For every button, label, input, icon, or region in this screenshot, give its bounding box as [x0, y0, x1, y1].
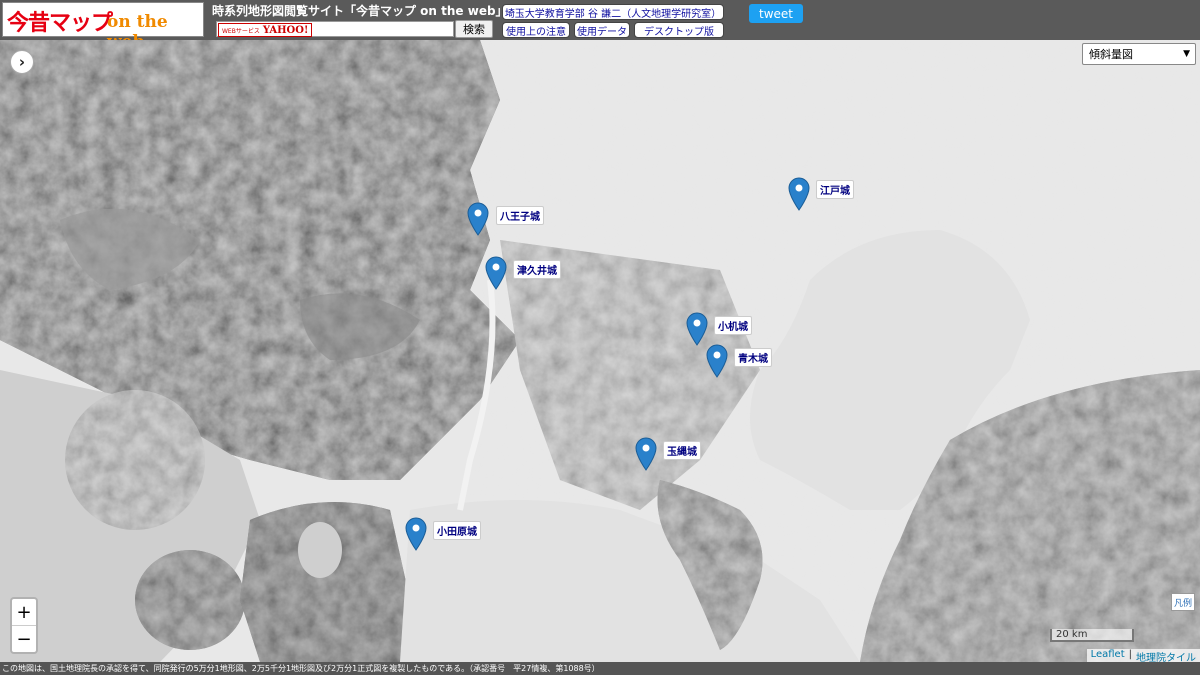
yahoo-webservice-badge: WEBサービス YAHOO! [218, 23, 313, 37]
chevron-right-icon: › [18, 53, 26, 71]
castle-marker-hachioji[interactable] [467, 202, 489, 236]
site-logo[interactable]: 今昔マップ on the web [2, 2, 204, 52]
castle-marker-edo[interactable] [788, 177, 810, 211]
legend-button[interactable]: 凡例 [1171, 593, 1195, 611]
castle-marker-tsukui[interactable] [485, 256, 507, 290]
copyright-footer: この地図は、国土地理院長の承認を得て、同院発行の5万分1地形図、2万5千分1地形… [0, 662, 1200, 675]
leaflet-link[interactable]: Leaflet [1091, 649, 1125, 662]
author-link[interactable]: 埼玉大学教育学部 谷 謙二（人文地理学研究室） [502, 4, 724, 20]
search-input[interactable]: WEBサービス YAHOO! [216, 21, 454, 37]
scale-bar: 20 km [1050, 629, 1134, 642]
map-layer-select-value: 傾斜量図 [1089, 48, 1133, 61]
zoom-out-button[interactable]: − [12, 626, 36, 652]
castle-marker-odawara[interactable] [405, 517, 427, 551]
castle-label: 江戸城 [816, 180, 854, 199]
attribution-separator: | [1128, 649, 1132, 660]
castle-marker-tamanawa[interactable] [635, 437, 657, 471]
castle-label: 小机城 [714, 316, 752, 335]
zoom-in-button[interactable]: + [12, 599, 36, 626]
castle-label: 津久井城 [513, 260, 561, 279]
copyright-text: この地図は、国土地理院長の承認を得て、同院発行の5万分1地形図、2万5千分1地形… [2, 664, 600, 673]
map-attribution: Leaflet | 地理院タイル [1086, 649, 1200, 662]
search-button[interactable]: 検索 [455, 20, 493, 38]
scale-bar-label: 20 km [1056, 629, 1088, 640]
data-sources-link[interactable]: 使用データ [574, 22, 630, 38]
map-view[interactable]: › 傾斜量図 ▼ 江戸城 八王子城 津久井城 小机城 青木城 玉縄城 小田原城 [0, 40, 1200, 662]
logo-jp-text: 今昔マップ [7, 11, 113, 36]
gsi-tiles-link[interactable]: 地理院タイル [1136, 649, 1196, 662]
castle-marker-kozukue[interactable] [686, 312, 708, 346]
castle-label: 青木城 [734, 348, 772, 367]
castle-label: 小田原城 [433, 521, 481, 540]
desktop-version-link[interactable]: デスクトップ版 [634, 22, 724, 38]
castle-marker-aoki[interactable] [706, 344, 728, 378]
tweet-button[interactable]: tweet [749, 4, 803, 23]
slope-map-tiles [0, 40, 1200, 662]
usage-notes-link[interactable]: 使用上の注意 [502, 22, 570, 38]
sidebar-toggle-button[interactable]: › [10, 50, 34, 74]
yahoo-logo: YAHOO! [262, 24, 309, 36]
header-bar: 今昔マップ on the web 時系列地形図閲覧サイト「今昔マップ on th… [0, 0, 1200, 52]
site-title: 時系列地形図閲覧サイト「今昔マップ on the web」 [212, 4, 508, 18]
chevron-down-icon: ▼ [1183, 49, 1190, 59]
yahoo-badge-small-text: WEBサービス [222, 27, 260, 35]
zoom-control: + − [10, 597, 38, 654]
castle-label: 八王子城 [496, 206, 544, 225]
castle-label: 玉縄城 [663, 441, 701, 460]
map-layer-select[interactable]: 傾斜量図 ▼ [1082, 43, 1196, 65]
